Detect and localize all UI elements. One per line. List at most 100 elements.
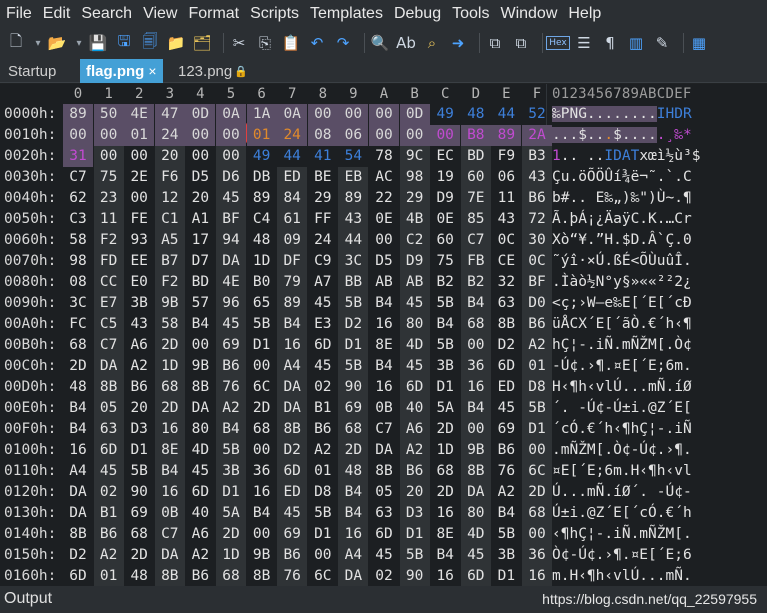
- hex-byte[interactable]: 3B: [430, 356, 460, 377]
- hex-byte[interactable]: 48: [124, 566, 154, 587]
- hex-byte[interactable]: 69: [338, 398, 369, 419]
- hex-byte[interactable]: A7: [308, 272, 338, 293]
- hex-byte[interactable]: 36: [247, 461, 277, 482]
- hex-byte[interactable]: 45: [369, 545, 399, 566]
- hex-byte[interactable]: 50: [93, 104, 124, 125]
- hex-byte[interactable]: 05: [93, 398, 124, 419]
- hex-byte[interactable]: AB: [369, 272, 399, 293]
- hex-byte[interactable]: B6: [522, 188, 552, 209]
- hex-byte[interactable]: 2D: [63, 356, 93, 377]
- redo-icon[interactable]: ↷: [333, 33, 353, 53]
- hex-byte[interactable]: 80: [399, 314, 430, 335]
- hex-byte[interactable]: B2: [460, 272, 491, 293]
- ascii-text[interactable]: 1.. ..IDATxœì½ù³$: [552, 146, 700, 167]
- hex-byte[interactable]: 75: [93, 167, 124, 188]
- hex-byte[interactable]: 8B: [63, 524, 93, 545]
- hex-byte[interactable]: 9C: [399, 146, 430, 167]
- hex-byte[interactable]: C7: [93, 335, 124, 356]
- hex-byte[interactable]: 76: [216, 377, 246, 398]
- hex-byte[interactable]: 36: [522, 545, 552, 566]
- hex-byte[interactable]: 45: [216, 188, 246, 209]
- hex-byte[interactable]: 94: [216, 230, 246, 251]
- hex-byte[interactable]: D1: [338, 335, 369, 356]
- hex-byte[interactable]: D5: [185, 167, 215, 188]
- hex-byte[interactable]: 00: [124, 188, 154, 209]
- hex-byte[interactable]: 4D: [399, 335, 430, 356]
- hex-byte[interactable]: 00: [460, 419, 491, 440]
- hex-byte[interactable]: 8B: [93, 377, 124, 398]
- hex-byte[interactable]: 01: [308, 461, 338, 482]
- hex-byte[interactable]: A2: [399, 440, 430, 461]
- hex-byte[interactable]: 01: [522, 356, 552, 377]
- hex-byte[interactable]: B4: [369, 356, 399, 377]
- columns-icon[interactable]: ▥: [626, 33, 646, 53]
- hex-byte[interactable]: 8B: [154, 566, 185, 587]
- hex-byte[interactable]: 20: [185, 188, 215, 209]
- hex-byte[interactable]: 2D: [338, 440, 369, 461]
- hex-byte[interactable]: B6: [491, 440, 521, 461]
- hex-byte[interactable]: 36: [460, 356, 491, 377]
- tab-flag-png[interactable]: flag.png ×: [80, 59, 163, 83]
- hex-byte[interactable]: E0: [124, 272, 154, 293]
- hex-byte[interactable]: 0B: [154, 503, 185, 524]
- hex-byte[interactable]: D1: [430, 377, 460, 398]
- hex-mode-icon[interactable]: Hex: [546, 33, 570, 53]
- hex-byte[interactable]: 16: [277, 335, 308, 356]
- hex-byte[interactable]: 49: [247, 146, 277, 167]
- ascii-text[interactable]: Xò“¥.”H.$D.Â`Ç.0: [552, 230, 692, 251]
- hex-byte[interactable]: 0C: [522, 251, 552, 272]
- hex-byte[interactable]: A1: [185, 209, 215, 230]
- hex-byte[interactable]: F2: [154, 272, 185, 293]
- format-icon[interactable]: ☰: [574, 33, 594, 53]
- hex-byte[interactable]: B1: [308, 398, 338, 419]
- hex-byte[interactable]: 45: [185, 461, 215, 482]
- hex-byte[interactable]: 00: [247, 524, 277, 545]
- hex-byte[interactable]: 85: [460, 209, 491, 230]
- hex-byte[interactable]: 43: [124, 314, 154, 335]
- hex-byte[interactable]: 00: [338, 104, 369, 125]
- hex-byte[interactable]: 01: [246, 125, 277, 146]
- ascii-text[interactable]: üÅCX´E[´ãÒ.€´h‹¶: [552, 314, 692, 335]
- hex-byte[interactable]: 65: [247, 293, 277, 314]
- hex-byte[interactable]: B4: [491, 503, 521, 524]
- hex-byte[interactable]: 89: [338, 188, 369, 209]
- hex-byte[interactable]: 16: [63, 440, 93, 461]
- hex-byte[interactable]: 9B: [460, 440, 491, 461]
- hex-byte[interactable]: 58: [154, 314, 185, 335]
- hex-byte[interactable]: B6: [124, 377, 154, 398]
- hex-byte[interactable]: 6D: [308, 335, 338, 356]
- hex-byte[interactable]: DA: [63, 503, 93, 524]
- hex-byte[interactable]: ED: [277, 167, 308, 188]
- hex-byte[interactable]: D1: [308, 524, 338, 545]
- hex-byte[interactable]: D1: [247, 335, 277, 356]
- ascii-text[interactable]: hÇ¦-.iÑ.mÑŽM[.Ò¢: [552, 335, 692, 356]
- open-folder-icon[interactable]: 📂: [47, 33, 67, 53]
- hex-byte[interactable]: 9B: [185, 356, 215, 377]
- hex-byte[interactable]: D1: [216, 482, 246, 503]
- ascii-text[interactable]: ¤E[´E;6m.H‹¶h‹vl: [552, 461, 692, 482]
- hex-byte[interactable]: 52: [522, 104, 552, 125]
- hex-byte[interactable]: 69: [491, 419, 521, 440]
- hex-byte[interactable]: DA: [216, 251, 246, 272]
- hex-byte[interactable]: 00: [460, 335, 491, 356]
- hex-byte[interactable]: 2E: [124, 167, 154, 188]
- hex-byte[interactable]: CE: [491, 251, 521, 272]
- hex-byte[interactable]: 69: [216, 335, 246, 356]
- ascii-text[interactable]: ...$...$.....¸‰*: [552, 125, 692, 146]
- copy-icon[interactable]: ⎘: [255, 33, 275, 53]
- hex-byte[interactable]: 44: [277, 146, 307, 167]
- hex-byte[interactable]: 8B: [491, 314, 521, 335]
- hex-byte[interactable]: 00: [93, 125, 124, 146]
- ascii-text[interactable]: Ú±i.@Z´E[´cÓ.€´h: [552, 503, 692, 524]
- hex-byte[interactable]: 31: [63, 146, 93, 167]
- hex-byte[interactable]: 7E: [460, 188, 491, 209]
- menu-item-search[interactable]: Search: [79, 5, 141, 23]
- ascii-text[interactable]: ˜ýî·×Ú.ßÉ<ÕÙuûÎ.: [552, 251, 692, 272]
- hex-byte[interactable]: B6: [522, 314, 552, 335]
- hex-byte[interactable]: 4E: [216, 272, 246, 293]
- hex-byte[interactable]: 45: [216, 314, 246, 335]
- hex-byte[interactable]: C7: [63, 167, 93, 188]
- hex-byte[interactable]: 00: [93, 146, 124, 167]
- goto-icon[interactable]: ➜: [448, 33, 468, 53]
- hex-byte[interactable]: D1: [491, 566, 521, 587]
